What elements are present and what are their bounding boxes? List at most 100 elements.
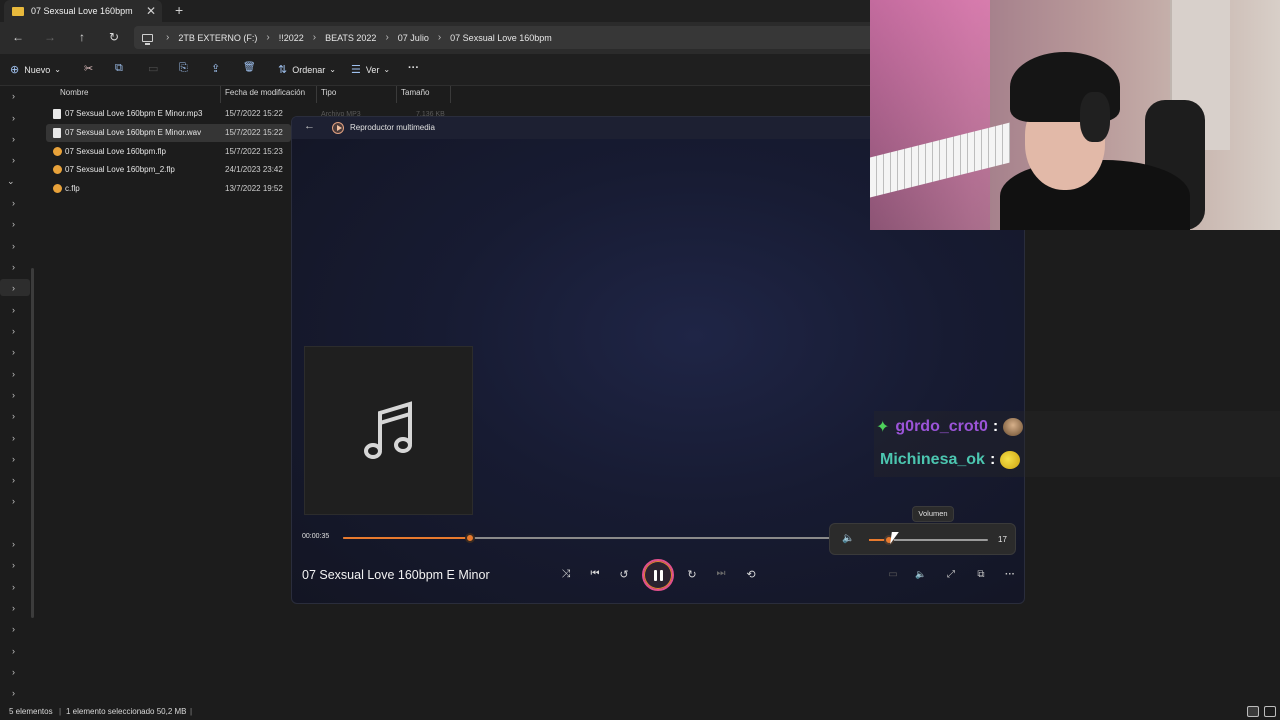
copy-icon[interactable]: ⧉ [115,62,123,75]
breadcrumb-item[interactable]: 2TB EXTERNO (F:) [178,33,257,43]
column-header-type[interactable]: Tipo [321,88,336,101]
next-track-icon[interactable]: ⏭ [713,568,729,579]
cut-icon[interactable]: ✂ [84,62,93,75]
expand-chevron-icon[interactable]: › [12,496,15,506]
repeat-icon[interactable]: ⟲ [743,568,759,581]
audio-file-icon [53,109,61,119]
expand-chevron-icon[interactable]: › [12,624,15,634]
expand-chevron-icon[interactable]: › [12,262,15,272]
navigation-scrollbar[interactable] [31,268,34,618]
up-button[interactable]: ↑ [73,28,91,46]
expand-chevron-icon[interactable]: › [12,283,15,293]
expand-chevron-icon[interactable]: › [12,560,15,570]
expand-chevron-icon[interactable]: › [12,454,15,464]
file-row[interactable]: c.flp 13/7/2022 19:52 [46,180,291,198]
chat-colon: : [989,451,996,468]
refresh-button[interactable]: ↻ [105,28,123,46]
view-button[interactable]: ☰ Ver ⌄ [351,63,390,76]
expand-chevron-icon[interactable]: › [12,326,15,336]
expand-chevron-icon[interactable]: › [12,155,15,165]
file-row[interactable]: 07 Sexsual Love 160bpm_2.flp 24/1/2023 2… [46,161,291,179]
column-header-name[interactable]: Nombre [60,88,88,101]
column-header-size[interactable]: Tamaño [401,88,429,101]
sort-icon: ⇅ [278,64,288,76]
new-button[interactable]: ⊕ Nuevo ⌄ [10,63,61,76]
plus-icon: ⊕ [10,64,20,76]
expand-chevron-icon[interactable]: › [12,646,15,656]
rewind-10-icon[interactable]: ↺ [616,568,632,581]
expand-chevron-icon[interactable]: › [12,198,15,208]
file-row[interactable]: 07 Sexsual Love 160bpm E Minor.mp3 15/7/… [46,105,291,123]
forward-button[interactable]: → [41,28,59,46]
shuffle-icon[interactable]: ⤨ [558,568,574,581]
expand-chevron-icon[interactable]: › [12,667,15,677]
expand-chevron-icon[interactable]: › [12,113,15,123]
share-icon[interactable]: ⇪ [211,62,220,75]
more-options-icon[interactable]: ··· [408,62,419,74]
explorer-tab[interactable]: 07 Sexsual Love 160bpm ✕ [4,0,162,22]
address-bar[interactable]: › 2TB EXTERNO (F:) › !!2022 › BEATS 2022… [134,26,870,49]
seek-thumb[interactable] [464,533,475,543]
breadcrumb-item[interactable]: !!2022 [279,33,304,43]
volume-slider[interactable] [869,535,988,545]
expand-chevron-icon[interactable]: › [12,390,15,400]
column-divider[interactable] [220,86,221,103]
column-divider[interactable] [450,86,451,103]
track-title: 07 Sexsual Love 160bpm E Minor [302,568,490,582]
more-options-icon[interactable]: ··· [1002,569,1018,580]
column-header-date[interactable]: Fecha de modificación [225,88,305,101]
expand-chevron-icon[interactable]: › [12,369,15,379]
tab-bar: 07 Sexsual Love 160bpm ✕ + [0,0,870,22]
miniplayer-icon[interactable]: ▭ [885,569,901,580]
expand-chevron-icon[interactable]: › [12,241,15,251]
cat-emote-icon [1003,418,1024,436]
collapse-chevron-icon[interactable]: ⌄ [7,176,15,187]
expand-chevron-icon[interactable]: › [12,219,15,229]
back-button[interactable]: ← [9,28,27,46]
new-tab-button[interactable]: + [175,2,183,18]
file-name: 07 Sexsual Love 160bpm.flp [65,147,166,156]
tiles-view-icon[interactable] [1264,706,1276,717]
volume-value: 17 [998,535,1007,544]
item-count: 5 elementos [9,707,53,716]
navigation-selection [0,279,30,296]
delete-icon[interactable]: 🗑 [243,62,256,73]
seek-bar[interactable] [343,533,831,543]
audio-file-icon [53,128,61,138]
duck-emote-icon [1000,451,1021,469]
breadcrumb-item[interactable]: BEATS 2022 [325,33,376,43]
volume-icon[interactable]: 🔈 [913,569,929,580]
pause-button[interactable] [642,559,674,591]
expand-chevron-icon[interactable]: › [12,411,15,421]
file-name: 07 Sexsual Love 160bpm_2.flp [65,165,175,174]
volume-icon[interactable]: 🔈 [842,533,854,544]
expand-chevron-icon[interactable]: › [12,305,15,315]
previous-track-icon[interactable]: ⏮ [587,568,603,579]
expand-chevron-icon[interactable]: › [12,475,15,485]
sort-button[interactable]: ⇅ Ordenar ⌄ [278,63,336,76]
file-date: 13/7/2022 19:52 [225,184,283,193]
expand-chevron-icon[interactable]: › [12,433,15,443]
file-row[interactable]: 07 Sexsual Love 160bpm.flp 15/7/2022 15:… [46,143,291,161]
back-arrow-icon[interactable]: ← [304,120,315,132]
expand-chevron-icon[interactable]: › [12,603,15,613]
column-divider[interactable] [316,86,317,103]
details-view-icon[interactable] [1247,706,1259,717]
paste-icon[interactable]: ▭ [148,62,158,75]
expand-chevron-icon[interactable]: › [12,91,15,101]
breadcrumb-item[interactable]: 07 Julio [398,33,429,43]
expand-chevron-icon[interactable]: › [12,688,15,698]
close-icon[interactable]: ✕ [146,4,156,18]
column-divider[interactable] [396,86,397,103]
expand-chevron-icon[interactable]: › [12,134,15,144]
expand-chevron-icon[interactable]: › [12,582,15,592]
expand-chevron-icon[interactable]: › [12,539,15,549]
breadcrumb-item[interactable]: 07 Sexsual Love 160bpm [450,33,552,43]
file-row[interactable]: 07 Sexsual Love 160bpm E Minor.wav 15/7/… [46,124,291,142]
new-label: Nuevo [24,64,51,75]
cast-icon[interactable]: ⧉ [973,569,989,580]
fullscreen-icon[interactable]: ⤢ [943,569,959,580]
forward-30-icon[interactable]: ↻ [684,568,700,581]
rename-icon[interactable]: ⎘ [179,62,188,75]
expand-chevron-icon[interactable]: › [12,347,15,357]
